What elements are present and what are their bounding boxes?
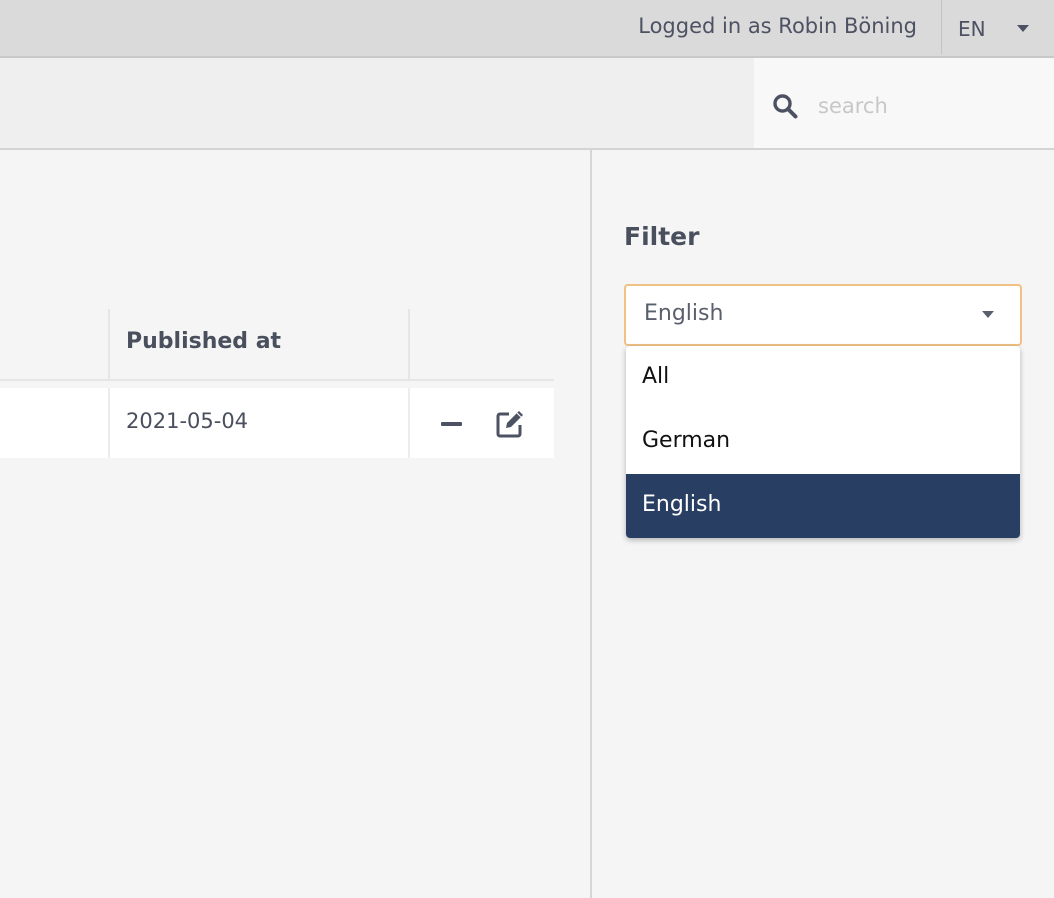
filter-dropdown-menu: All German English xyxy=(626,346,1020,538)
select-value: English xyxy=(644,301,724,326)
option-english[interactable]: English xyxy=(626,474,1020,538)
language-switcher[interactable]: EN xyxy=(942,0,1054,56)
filter-title: Filter xyxy=(624,222,700,251)
cell-divider xyxy=(408,388,410,458)
language-code: EN xyxy=(958,17,986,41)
sidebar-divider xyxy=(590,150,592,898)
option-label: All xyxy=(642,364,670,389)
chevron-down-icon xyxy=(982,311,994,318)
option-label: English xyxy=(642,492,722,517)
unpublish-button[interactable] xyxy=(438,410,466,438)
option-label: German xyxy=(642,428,731,453)
search-icon[interactable] xyxy=(772,93,798,119)
minus-icon xyxy=(441,422,462,426)
column-divider xyxy=(408,309,410,379)
column-header-published-at[interactable]: Published at xyxy=(126,329,281,354)
top-bar: Logged in as Robin Böning EN xyxy=(0,0,1054,58)
edit-icon[interactable] xyxy=(494,408,526,440)
language-filter-select[interactable]: English xyxy=(624,284,1022,346)
search-input[interactable] xyxy=(816,84,1040,128)
option-german[interactable]: German xyxy=(626,410,1020,474)
chevron-down-icon xyxy=(1017,25,1029,32)
published-at-cell: 2021-05-04 xyxy=(126,409,249,433)
column-divider xyxy=(108,309,110,379)
cell-divider xyxy=(108,388,110,458)
logged-in-label: Logged in as Robin Böning xyxy=(638,14,917,38)
table-row xyxy=(0,388,554,458)
option-all[interactable]: All xyxy=(626,346,1020,410)
